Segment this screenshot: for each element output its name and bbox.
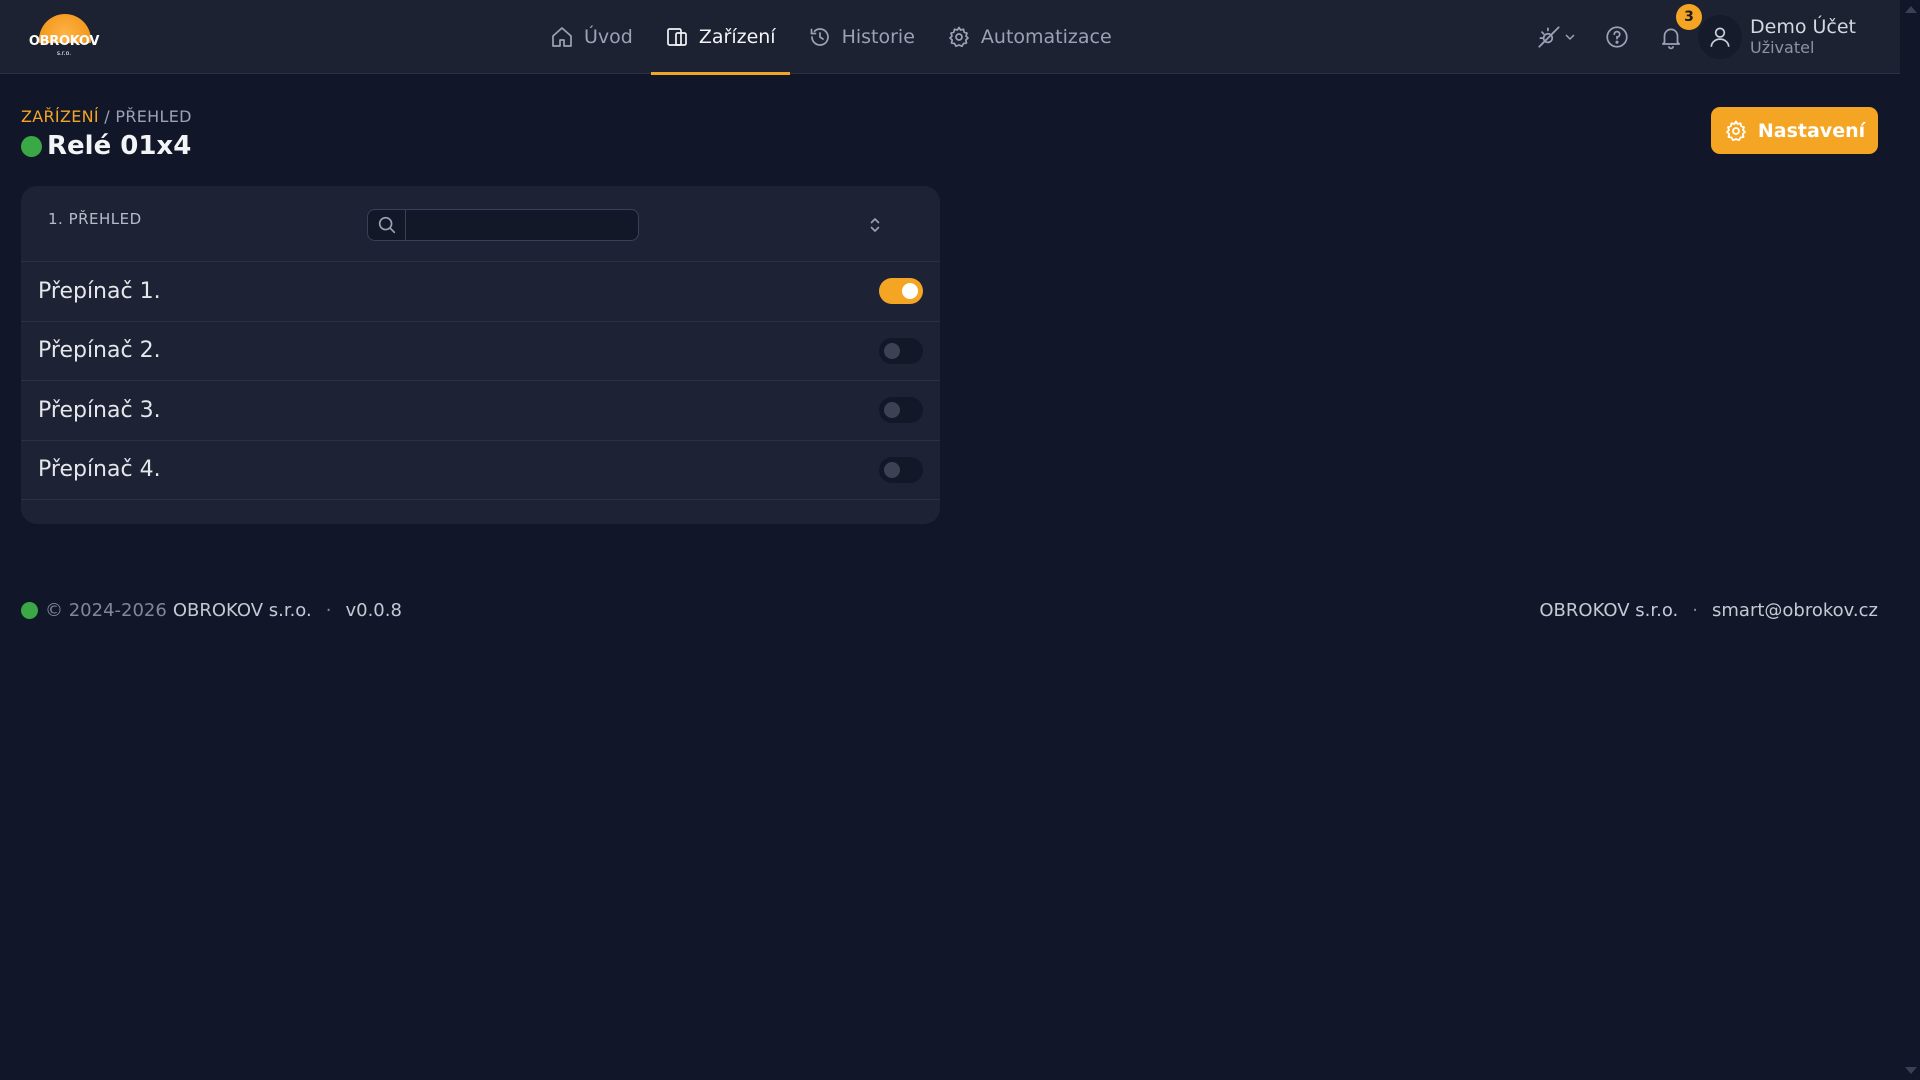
theme-toggle-button[interactable] [1536, 24, 1576, 50]
switch-label: Přepínač 4. [38, 457, 161, 483]
nav-item-historie[interactable]: Historie [794, 0, 929, 74]
search-button[interactable] [368, 210, 406, 240]
toggle-knob [884, 402, 900, 418]
nav-label: Úvod [584, 26, 633, 48]
bell-icon [1662, 28, 1680, 50]
breadcrumb: ZAŘÍZENÍ / PŘEHLED [21, 107, 192, 126]
list-item: Přepínač 1. [21, 262, 940, 322]
search-input[interactable] [406, 210, 638, 240]
notification-count-badge: 3 [1676, 4, 1702, 30]
page-scrollbar[interactable] [1900, 0, 1920, 1080]
toggle-knob [884, 461, 900, 478]
sun-moon-icon [1538, 26, 1560, 48]
header-tools: 3 Demo Účet Uživatel [1536, 0, 1856, 74]
breadcrumb-separator: / [104, 107, 110, 126]
gear-icon [949, 26, 969, 48]
nav-item-uvod[interactable]: Úvod [536, 0, 647, 74]
user-icon [1710, 27, 1730, 47]
footer-right: OBROKOV s.r.o. · smart@obrokov.cz [1539, 600, 1878, 621]
toggle-switch-3[interactable] [879, 397, 923, 423]
logo-wordmark: OBROKOV [28, 34, 100, 49]
page-title: Relé 01x4 [47, 131, 192, 161]
scroll-down-arrow-icon[interactable] [1905, 1067, 1917, 1074]
toggle-knob [884, 342, 900, 359]
switch-label: Přepínač 3. [38, 397, 161, 423]
footer-company-link[interactable]: OBROKOV s.r.o. [173, 600, 312, 621]
gear-icon [1725, 120, 1746, 141]
logo-subtitle: s.r.o. [56, 50, 72, 57]
system-status-dot [21, 602, 38, 619]
card-title: 1. PŘEHLED [48, 210, 142, 228]
card-header: 1. PŘEHLED [21, 186, 940, 262]
footer-separator: · [1692, 600, 1699, 621]
top-navigation-bar: OBROKOV s.r.o. Úvod Zařízení Historie Au… [0, 0, 1900, 75]
company-logo[interactable]: OBROKOV s.r.o. [28, 12, 100, 62]
account-menu[interactable]: Demo Účet Uživatel [1698, 15, 1856, 59]
history-icon [810, 28, 829, 46]
settings-button[interactable]: Nastavení [1711, 107, 1878, 154]
search-icon [378, 216, 395, 234]
chevron-down-icon [1565, 34, 1575, 41]
account-name: Demo Účet [1750, 15, 1856, 38]
online-status-dot [21, 135, 42, 157]
list-item: Přepínač 2. [21, 322, 940, 381]
home-icon [552, 27, 572, 47]
footer-company-link[interactable]: OBROKOV s.r.o. [1539, 600, 1678, 621]
main-nav: Úvod Zařízení Historie Automatizace [536, 0, 1130, 75]
toggle-switch-1[interactable] [879, 278, 923, 304]
list-item: Přepínač 4. [21, 441, 940, 500]
breadcrumb-parent-link[interactable]: ZAŘÍZENÍ [21, 107, 99, 126]
toggle-switch-4[interactable] [879, 456, 923, 483]
nav-item-zarizeni[interactable]: Zařízení [650, 0, 790, 75]
nav-item-automatizace[interactable]: Automatizace [933, 0, 1126, 74]
overview-card: 1. PŘEHLED Přepínač 1. Přepínač 2. Přepí… [21, 186, 940, 524]
help-icon [1606, 26, 1628, 48]
footer-left: © 2024-2026 OBROKOV s.r.o. · v0.0.8 [21, 600, 402, 621]
devices-icon [666, 28, 687, 46]
footer-email-link[interactable]: smart@obrokov.cz [1712, 600, 1878, 621]
footer-separator: · [325, 600, 332, 621]
sort-toggle-button[interactable] [867, 216, 883, 234]
help-button[interactable] [1604, 24, 1630, 50]
chevron-up-down-icon [870, 218, 880, 232]
page-title-row: Relé 01x4 [21, 131, 191, 161]
nav-label: Automatizace [980, 26, 1112, 48]
search-box [367, 209, 639, 241]
footer-copyright: © 2024-2026 [45, 600, 167, 621]
toggle-knob [902, 283, 918, 299]
list-item: Přepínač 3. [21, 381, 940, 441]
settings-button-label: Nastavení [1757, 119, 1866, 142]
nav-label: Historie [841, 26, 915, 48]
footer-version: v0.0.8 [345, 600, 402, 621]
switch-label: Přepínač 1. [38, 278, 161, 304]
scroll-up-arrow-icon[interactable] [1905, 6, 1917, 13]
account-role: Uživatel [1750, 37, 1815, 57]
breadcrumb-current: PŘEHLED [115, 107, 192, 126]
notifications-button[interactable]: 3 [1658, 4, 1702, 50]
toggle-switch-2[interactable] [879, 337, 923, 364]
switch-label: Přepínač 2. [38, 338, 161, 364]
avatar [1698, 15, 1742, 59]
nav-label: Zařízení [698, 26, 776, 48]
